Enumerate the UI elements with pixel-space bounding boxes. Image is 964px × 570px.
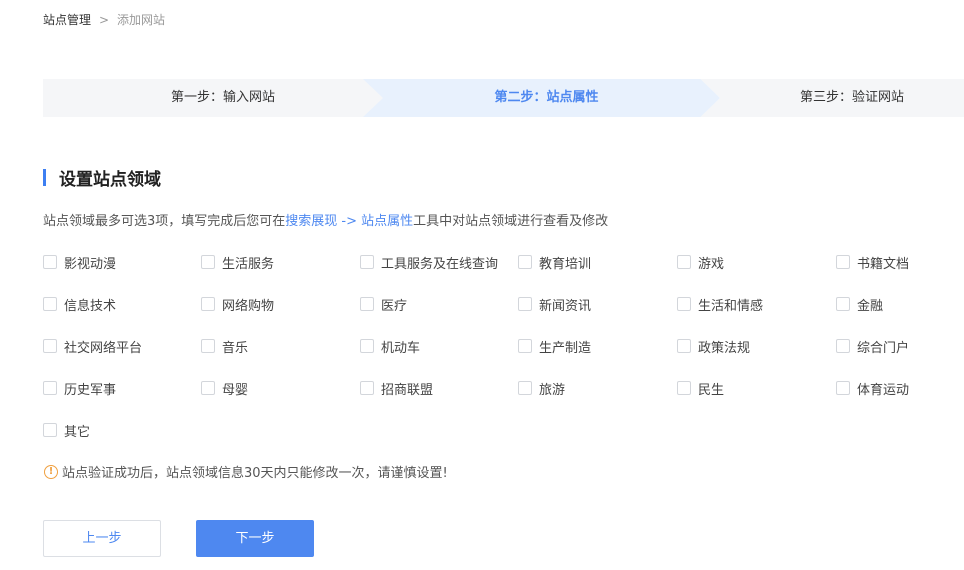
step-verify-site[interactable]: 第三步：验证网站 bbox=[700, 79, 964, 117]
domain-checkbox[interactable] bbox=[43, 381, 57, 395]
domain-checkbox[interactable] bbox=[43, 339, 57, 353]
domain-label: 母婴 bbox=[222, 382, 249, 398]
domain-option[interactable]: 机动车 bbox=[360, 334, 420, 358]
domain-option[interactable]: 综合门户 bbox=[836, 334, 909, 358]
step-site-attributes[interactable]: 第二步：站点属性 bbox=[363, 79, 720, 117]
domain-checkbox[interactable] bbox=[677, 297, 691, 311]
domain-label: 招商联盟 bbox=[381, 382, 434, 398]
domain-checkbox[interactable] bbox=[360, 381, 374, 395]
description: 站点领域最多可选3项，填写完成后您可在搜索展现 -> 站点属性工具中对站点领域进… bbox=[43, 210, 608, 229]
domain-option[interactable]: 母婴 bbox=[201, 376, 248, 400]
title-accent-bar bbox=[43, 168, 46, 186]
domain-option[interactable]: 教育培训 bbox=[518, 250, 591, 274]
domain-option[interactable]: 生活和情感 bbox=[677, 292, 763, 316]
domain-option[interactable]: 书籍文档 bbox=[836, 250, 909, 274]
domain-label: 书籍文档 bbox=[857, 256, 910, 272]
domain-label: 机动车 bbox=[381, 340, 421, 356]
domain-label: 医疗 bbox=[381, 298, 408, 314]
domain-checkbox[interactable] bbox=[201, 339, 215, 353]
description-prefix: 站点领域最多可选3项，填写完成后您可在 bbox=[43, 214, 286, 229]
domain-checkbox[interactable] bbox=[201, 381, 215, 395]
page-title: 设置站点领域 bbox=[59, 169, 161, 190]
domain-option[interactable]: 社交网络平台 bbox=[43, 334, 142, 358]
domain-label: 金融 bbox=[857, 298, 884, 314]
warning-icon: ! bbox=[44, 464, 58, 479]
domain-option[interactable]: 信息技术 bbox=[43, 292, 116, 316]
step-label: 第三步：验证网站 bbox=[799, 90, 904, 105]
domain-label: 工具服务及在线查询 bbox=[381, 256, 499, 272]
domain-option[interactable]: 招商联盟 bbox=[360, 376, 433, 400]
prev-button[interactable]: 上一步 bbox=[43, 520, 161, 557]
domain-option[interactable]: 政策法规 bbox=[677, 334, 750, 358]
domain-checkbox[interactable] bbox=[677, 255, 691, 269]
domain-label: 网络购物 bbox=[222, 298, 275, 314]
chevron-right-icon: > bbox=[99, 12, 110, 27]
domain-option[interactable]: 生活服务 bbox=[201, 250, 274, 274]
domain-option[interactable]: 音乐 bbox=[201, 334, 248, 358]
domain-label: 影视动漫 bbox=[64, 256, 117, 272]
domain-label: 综合门户 bbox=[857, 340, 910, 356]
domain-option[interactable]: 其它 bbox=[43, 418, 90, 442]
domain-label: 历史军事 bbox=[64, 382, 117, 398]
domain-checkbox[interactable] bbox=[518, 297, 532, 311]
domain-option[interactable]: 工具服务及在线查询 bbox=[360, 250, 498, 274]
breadcrumb-site-management[interactable]: 站点管理 bbox=[43, 11, 91, 28]
domain-label: 信息技术 bbox=[64, 298, 117, 314]
domain-checkbox[interactable] bbox=[201, 255, 215, 269]
domain-label: 游戏 bbox=[698, 256, 725, 272]
domain-label: 生产制造 bbox=[539, 340, 592, 356]
warning-text: 站点验证成功后，站点领域信息30天内只能修改一次，请谨慎设置! bbox=[62, 466, 448, 481]
domain-label: 社交网络平台 bbox=[64, 340, 143, 356]
domain-option[interactable]: 生产制造 bbox=[518, 334, 591, 358]
breadcrumb-current: 添加网站 bbox=[117, 13, 166, 27]
domain-option[interactable]: 网络购物 bbox=[201, 292, 274, 316]
domain-checkbox[interactable] bbox=[677, 381, 691, 395]
step-label: 第一步：输入网站 bbox=[170, 90, 275, 105]
domain-checkbox[interactable] bbox=[518, 339, 532, 353]
domain-option[interactable]: 历史军事 bbox=[43, 376, 116, 400]
domain-label: 体育运动 bbox=[857, 382, 910, 398]
next-button[interactable]: 下一步 bbox=[196, 520, 314, 557]
steps-bar: 第一步：输入网站 第三步：验证网站 第二步：站点属性 bbox=[43, 79, 964, 117]
domain-checkbox[interactable] bbox=[43, 255, 57, 269]
step-label: 第二步：站点属性 bbox=[494, 90, 599, 105]
domain-label: 音乐 bbox=[222, 340, 249, 356]
domain-checkbox[interactable] bbox=[360, 339, 374, 353]
domain-option[interactable]: 影视动漫 bbox=[43, 250, 116, 274]
section-title: 设置站点领域 bbox=[43, 167, 161, 190]
domain-checkbox[interactable] bbox=[518, 381, 532, 395]
description-suffix: 工具中对站点领域进行查看及修改 bbox=[413, 214, 609, 229]
step-input-site[interactable]: 第一步：输入网站 bbox=[43, 79, 383, 117]
domain-label: 教育培训 bbox=[539, 256, 592, 272]
domain-label: 生活服务 bbox=[222, 256, 275, 272]
domain-checkbox[interactable] bbox=[43, 297, 57, 311]
domain-checkbox[interactable] bbox=[43, 423, 57, 437]
warning-notice: ! 站点验证成功后，站点领域信息30天内只能修改一次，请谨慎设置! bbox=[44, 462, 448, 481]
domain-checkbox[interactable] bbox=[677, 339, 691, 353]
domain-option[interactable]: 体育运动 bbox=[836, 376, 909, 400]
domain-option[interactable]: 医疗 bbox=[360, 292, 407, 316]
domain-label: 旅游 bbox=[539, 382, 566, 398]
domain-option[interactable]: 金融 bbox=[836, 292, 883, 316]
breadcrumb: 站点管理 > 添加网站 bbox=[43, 11, 165, 28]
domain-checkbox[interactable] bbox=[836, 381, 850, 395]
site-attributes-link[interactable]: 搜索展现 -> 站点属性 bbox=[285, 214, 413, 229]
domain-checkbox[interactable] bbox=[836, 255, 850, 269]
domain-option[interactable]: 新闻资讯 bbox=[518, 292, 591, 316]
domain-option[interactable]: 旅游 bbox=[518, 376, 565, 400]
domain-label: 其它 bbox=[64, 424, 91, 440]
domain-label: 政策法规 bbox=[698, 340, 751, 356]
domain-label: 生活和情感 bbox=[698, 298, 764, 314]
domain-checkbox[interactable] bbox=[201, 297, 215, 311]
domain-label: 民生 bbox=[698, 382, 725, 398]
domain-option[interactable]: 民生 bbox=[677, 376, 724, 400]
domain-checkbox[interactable] bbox=[360, 297, 374, 311]
domain-option[interactable]: 游戏 bbox=[677, 250, 724, 274]
domain-checkbox[interactable] bbox=[360, 255, 374, 269]
domain-checkbox[interactable] bbox=[836, 297, 850, 311]
domain-checkbox[interactable] bbox=[836, 339, 850, 353]
domain-label: 新闻资讯 bbox=[539, 298, 592, 314]
domain-checkbox[interactable] bbox=[518, 255, 532, 269]
